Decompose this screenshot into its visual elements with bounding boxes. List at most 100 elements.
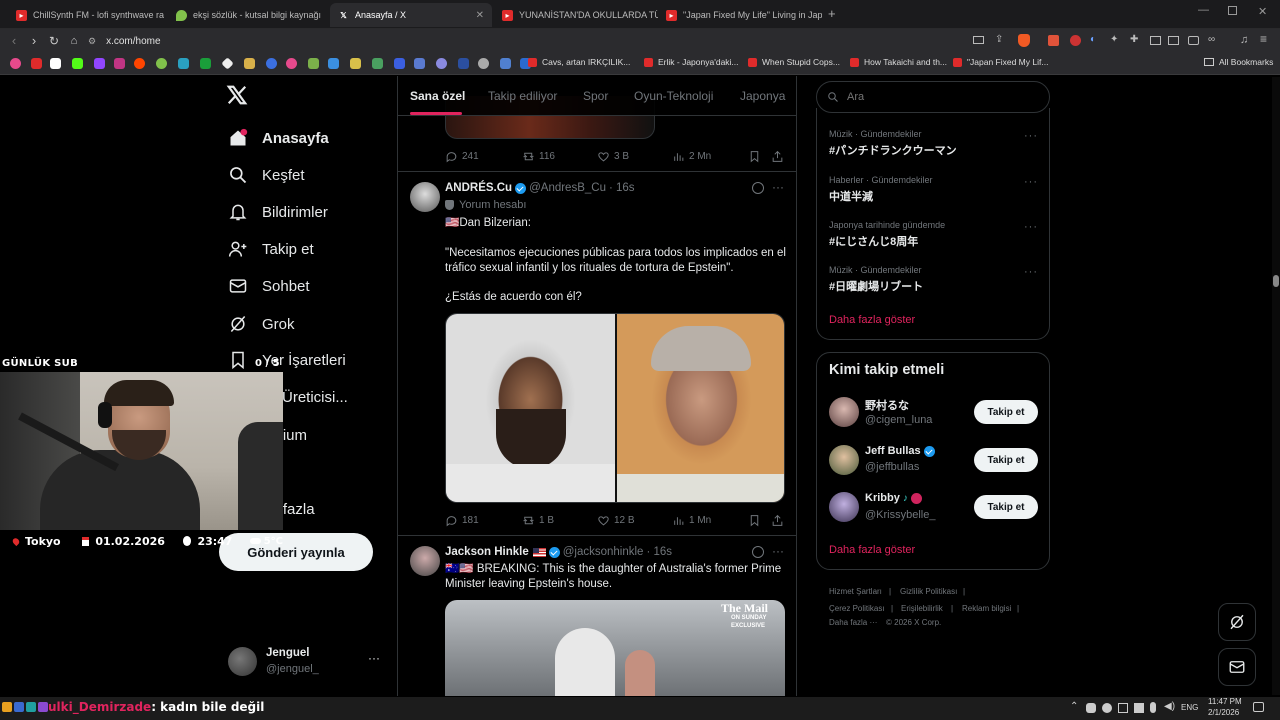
x-logo[interactable] bbox=[226, 84, 250, 108]
reader-icon[interactable] bbox=[1168, 36, 1179, 45]
repost-button[interactable]: 116 bbox=[522, 150, 555, 163]
extension-icon[interactable]: ✦ bbox=[1110, 34, 1118, 45]
bookmark-button[interactable] bbox=[748, 150, 765, 163]
nav-follow[interactable]: Takip et bbox=[228, 235, 314, 263]
tweet-author-handle[interactable]: @jacksonhinkle bbox=[563, 546, 644, 558]
extension-icon[interactable] bbox=[1070, 35, 1081, 46]
bookmark-favicon[interactable] bbox=[221, 57, 234, 70]
site-info-icon[interactable]: ⚙ bbox=[88, 36, 96, 47]
nav-chat[interactable]: Sohbet bbox=[228, 272, 310, 300]
suggestion-handle[interactable]: @cigem_luna bbox=[865, 414, 932, 426]
trend-item[interactable]: #日曜劇場リブート bbox=[829, 278, 923, 294]
grok-icon[interactable] bbox=[752, 182, 764, 194]
suggestion-name[interactable]: Jeff Bullas bbox=[865, 445, 938, 457]
footer-link[interactable]: Hizmet Şartları bbox=[829, 587, 882, 596]
bookmark-favicon[interactable] bbox=[328, 58, 339, 69]
bookmark-favicon[interactable] bbox=[458, 58, 469, 69]
more-options-icon[interactable]: ··· bbox=[772, 180, 784, 194]
nav-explore[interactable]: Keşfet bbox=[228, 161, 305, 189]
suggestion-handle[interactable]: @Krissybelle_ bbox=[865, 509, 935, 521]
nav-home[interactable]: Anasayfa bbox=[228, 124, 329, 152]
bookmark-item[interactable]: "Japan Fixed My Lif... bbox=[953, 57, 1048, 67]
tray-chevron-icon[interactable]: ⌃ bbox=[1070, 701, 1078, 712]
more-options-icon[interactable]: ··· bbox=[1024, 221, 1038, 233]
bookmark-favicon[interactable] bbox=[372, 58, 383, 69]
minimize-icon[interactable]: — bbox=[1198, 4, 1209, 16]
tray-app-icon[interactable] bbox=[1102, 703, 1112, 713]
bookmark-favicon[interactable] bbox=[266, 58, 277, 69]
tweet-author-name[interactable]: ANDRÉS.Cu bbox=[445, 182, 512, 194]
avatar[interactable] bbox=[410, 182, 440, 212]
nav-bookmarks[interactable]: Yer İşaretleri bbox=[228, 346, 346, 374]
more-options-icon[interactable]: ··· bbox=[772, 544, 784, 558]
scrollbar[interactable] bbox=[1272, 77, 1280, 695]
reply-button[interactable]: 241 bbox=[445, 150, 479, 163]
taskbar-date[interactable]: 2/1/2026 bbox=[1208, 708, 1239, 717]
browser-tab[interactable]: ▸ ChillSynth FM - lofi synthwave ra bbox=[8, 3, 168, 27]
bookmark-favicon[interactable] bbox=[286, 58, 297, 69]
tab-gaming-tech[interactable]: Oyun-Teknoloji bbox=[634, 89, 713, 103]
follow-button[interactable]: Takip et bbox=[974, 400, 1038, 424]
avatar[interactable] bbox=[829, 492, 859, 522]
avatar[interactable] bbox=[829, 445, 859, 475]
bookmark-item[interactable]: Erlik - Japonya'daki... bbox=[644, 57, 739, 67]
tweet-time[interactable]: · 16s bbox=[646, 546, 672, 558]
bookmark-favicon[interactable] bbox=[308, 58, 319, 69]
tweet-author-name[interactable]: Jackson Hinkle bbox=[445, 546, 529, 558]
tray-app-icon[interactable] bbox=[1134, 703, 1144, 713]
menu-icon[interactable]: ≡ bbox=[1260, 32, 1267, 46]
bookmark-favicon[interactable] bbox=[10, 58, 21, 69]
back-icon[interactable]: ‹ bbox=[6, 33, 22, 49]
footer-link[interactable]: Daha fazla ··· bbox=[829, 618, 877, 627]
tweet-author-handle[interactable]: @AndresB_Cu bbox=[529, 182, 606, 194]
bookmark-favicon[interactable] bbox=[478, 58, 489, 69]
footer-link[interactable]: Reklam bilgisi bbox=[962, 604, 1011, 613]
browser-tab[interactable]: ▸ YUNANİSTAN'DA OKULLARDA TÜRK bbox=[494, 3, 658, 27]
music-icon[interactable]: ♫ bbox=[1240, 34, 1248, 46]
trend-item[interactable]: #にじさんじ8周年 bbox=[829, 233, 918, 249]
new-tab-button[interactable]: + bbox=[828, 6, 836, 21]
close-icon[interactable]: ✕ bbox=[476, 10, 484, 21]
wallet-icon[interactable] bbox=[1188, 36, 1199, 45]
nav-notifications[interactable]: Bildirimler bbox=[228, 198, 328, 226]
extension-icon[interactable] bbox=[1048, 35, 1059, 46]
taskbar-time[interactable]: 11:47 PM bbox=[1208, 697, 1242, 706]
footer-link[interactable]: Erişilebilirlik bbox=[901, 604, 943, 613]
bookmark-favicon[interactable] bbox=[500, 58, 511, 69]
more-options-icon[interactable]: ··· bbox=[1024, 130, 1038, 142]
scrollbar-thumb[interactable] bbox=[1273, 275, 1279, 287]
extension-icon[interactable]: ◐ bbox=[1090, 34, 1096, 45]
share-button[interactable] bbox=[771, 514, 788, 527]
show-more-link[interactable]: Daha fazla göster bbox=[829, 314, 915, 326]
browser-tab[interactable]: ▸ "Japan Fixed My Life" Living in Japan bbox=[658, 3, 822, 27]
bookmark-favicon[interactable] bbox=[200, 58, 211, 69]
bookmark-favicon[interactable] bbox=[156, 58, 167, 69]
all-bookmarks[interactable]: All Bookmarks bbox=[1204, 57, 1273, 67]
bookmark-favicon[interactable] bbox=[94, 58, 105, 69]
avatar[interactable] bbox=[410, 546, 440, 576]
bookmark-favicon[interactable] bbox=[244, 58, 255, 69]
tray-app-icon[interactable] bbox=[1086, 703, 1096, 713]
tweet-media[interactable] bbox=[445, 313, 785, 503]
bookmark-item[interactable]: How Takaichi and th... bbox=[850, 57, 947, 67]
bookmark-favicon[interactable] bbox=[72, 58, 83, 69]
show-more-link[interactable]: Daha fazla göster bbox=[829, 544, 915, 556]
views-button[interactable]: 2 Mn bbox=[672, 150, 711, 163]
tab-sports[interactable]: Spor bbox=[583, 89, 608, 103]
footer-link[interactable]: Çerez Politikası bbox=[829, 604, 885, 613]
x-logo-icon[interactable] bbox=[50, 58, 61, 69]
reply-button[interactable]: 181 bbox=[445, 514, 479, 527]
bookmark-favicon[interactable] bbox=[436, 58, 447, 69]
trend-item[interactable]: 中道半減 bbox=[829, 188, 873, 204]
puzzle-icon[interactable]: ✚ bbox=[1130, 34, 1138, 45]
more-options-icon[interactable]: ··· bbox=[368, 651, 380, 665]
tab-for-you[interactable]: Sana özel bbox=[410, 89, 465, 103]
microphone-icon[interactable] bbox=[1150, 702, 1156, 713]
suggestion-name[interactable]: Kribby ♪ bbox=[865, 492, 922, 504]
suggestion-name[interactable]: 野村るな bbox=[865, 397, 909, 413]
messages-float-button[interactable] bbox=[1218, 648, 1256, 686]
trend-item[interactable]: #パンチドランクウーマン bbox=[829, 142, 957, 158]
bookmark-favicon[interactable] bbox=[31, 58, 42, 69]
notification-icon[interactable] bbox=[1253, 702, 1264, 712]
link-icon[interactable]: ∞ bbox=[1208, 34, 1215, 45]
